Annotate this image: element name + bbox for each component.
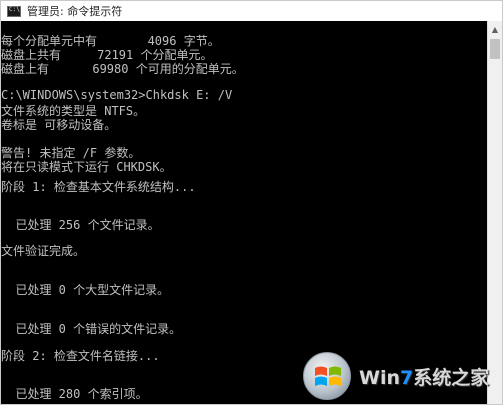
console-line: 已处理 280 个索引项。	[1, 387, 148, 401]
console-line: 阶段 2: 检查文件名链接...	[1, 349, 160, 363]
console-line: 每个分配单元中有 4096 字节。	[1, 34, 220, 48]
console-line: 警告! 未指定 /F 参数。	[1, 146, 141, 160]
command-prompt-window: 管理员: 命令提示符 每个分配单元中有 4096 字节。 磁盘上共有 72191…	[0, 0, 503, 405]
watermark-prefix: Win	[359, 366, 400, 389]
vertical-scrollbar[interactable]: ▲	[487, 21, 502, 404]
watermark-suffix: 系统之家	[413, 366, 490, 389]
console-line: 卷标是 可移动设备。	[1, 118, 117, 132]
console-line: 磁盘上共有 72191 个分配单元。	[1, 48, 213, 62]
windows-logo-icon	[303, 352, 351, 400]
watermark-text: Win7系统之家	[359, 363, 489, 390]
console-line: 文件验证完成。	[1, 244, 86, 258]
console-output[interactable]: 每个分配单元中有 4096 字节。 磁盘上共有 72191 个分配单元。 磁盘上…	[1, 21, 489, 404]
scrollbar-thumb[interactable]	[490, 39, 500, 59]
console-line: 已处理 0 个错误的文件记录。	[1, 322, 182, 336]
console-line: 磁盘上有 69980 个可用的分配单元。	[1, 62, 244, 76]
console-line: 已处理 0 个大型文件记录。	[1, 283, 170, 297]
site-watermark: Win7系统之家	[303, 349, 499, 403]
console-line: 阶段 1: 检查基本文件系统结构...	[1, 180, 196, 194]
console-line: 文件系统的类型是 NTFS。	[1, 104, 146, 118]
console-line: 已处理 256 个文件记录。	[1, 218, 160, 232]
console-line: 将在只读模式下运行 CHKDSK。	[1, 160, 172, 174]
console-icon	[7, 5, 21, 17]
title-bar[interactable]: 管理员: 命令提示符	[1, 1, 502, 21]
window-title: 管理员: 命令提示符	[27, 5, 123, 18]
arrow-up-icon[interactable]: ▲	[488, 21, 502, 37]
console-line: C:\WINDOWS\system32>Chkdsk E: /V	[1, 88, 233, 102]
watermark-seven: 7	[400, 366, 414, 389]
